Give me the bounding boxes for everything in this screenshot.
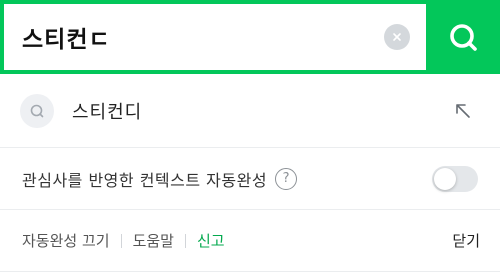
arrow-up-left-icon <box>456 103 470 118</box>
clear-x-icon <box>393 33 401 41</box>
suggestion-item[interactable]: 스티컨디 <box>0 74 500 148</box>
search-input[interactable] <box>22 24 384 50</box>
footer: 자동완성 끄기 도움말 신고 닫기 <box>0 210 500 272</box>
footer-divider <box>120 233 122 248</box>
context-autocomplete-row: 관심사를 반영한 컨텍스트 자동완성 ? <box>0 148 500 210</box>
suggestion-icon-badge <box>20 93 54 128</box>
search-history-icon <box>30 104 44 117</box>
clear-button[interactable] <box>384 24 410 50</box>
footer-divider <box>184 233 186 248</box>
search-button[interactable] <box>426 0 500 74</box>
help-question-icon[interactable]: ? <box>275 167 298 190</box>
toggle-knob <box>434 167 456 190</box>
report-link[interactable]: 신고 <box>197 230 225 251</box>
context-autocomplete-toggle[interactable] <box>432 165 478 192</box>
context-autocomplete-label: 관심사를 반영한 컨텍스트 자동완성 <box>22 170 268 190</box>
autocomplete-off-link[interactable]: 자동완성 끄기 <box>22 230 110 251</box>
suggestion-text: 스티컨디 <box>72 101 143 123</box>
help-link[interactable]: 도움말 <box>133 230 174 251</box>
close-link[interactable]: 닫기 <box>452 230 480 251</box>
search-magnifier-icon <box>450 24 477 51</box>
search-box[interactable] <box>0 0 426 74</box>
search-bar <box>0 0 500 74</box>
fill-query-button[interactable] <box>450 98 476 124</box>
autocomplete-panel: 스티컨디 관심사를 반영한 컨텍스트 자동완성 ? 자동완성 끄기 도움말 신고… <box>0 0 500 272</box>
